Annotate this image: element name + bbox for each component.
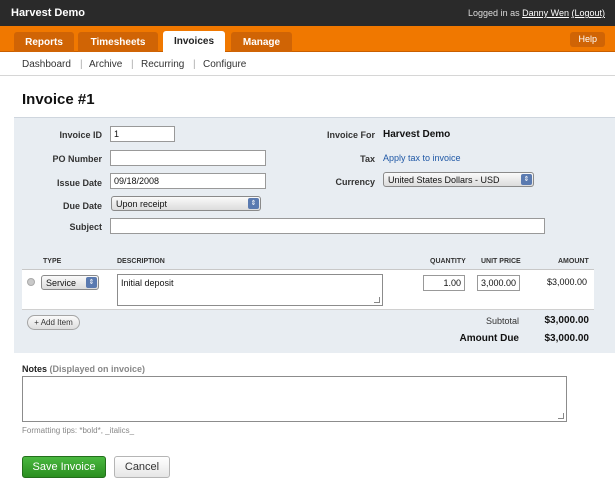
tab-timesheets[interactable]: Timesheets — [78, 32, 158, 52]
po-number-label: PO Number — [52, 154, 102, 164]
table-row: Service ⇕ Initial deposit 1.00 3,000.00 … — [22, 270, 594, 310]
help-button[interactable]: Help — [570, 32, 605, 47]
login-prefix: Logged in as — [468, 8, 520, 18]
subnav-divider: | — [131, 59, 134, 70]
due-date-label: Due Date — [62, 201, 102, 211]
subnav-dashboard[interactable]: Dashboard — [22, 59, 71, 70]
subtotal-label: Subtotal — [485, 316, 519, 326]
issue-date-input[interactable]: 09/18/2008 — [110, 173, 266, 189]
page-title: Invoice #1 — [22, 91, 95, 108]
tax-label: Tax — [360, 154, 375, 164]
login-status: Logged in as Danny Wen (Logout) — [468, 8, 605, 18]
amount-due-value: $3,000.00 — [544, 333, 590, 344]
invoice-for-label: Invoice For — [326, 130, 375, 140]
line-items-header: TYPE DESCRIPTION QUANTITY UNIT PRICE AMO… — [22, 257, 594, 270]
subnav-archive[interactable]: Archive — [89, 59, 122, 70]
column-header-quantity: QUANTITY — [430, 258, 466, 265]
user-name-link[interactable]: Danny Wen — [522, 8, 569, 18]
subject-input[interactable] — [110, 218, 545, 234]
row-handle-icon[interactable] — [27, 278, 35, 286]
item-type-value: Service — [46, 278, 77, 288]
tab-manage[interactable]: Manage — [231, 32, 292, 52]
notes-label: Notes (Displayed on invoice) — [22, 364, 145, 374]
subtotal-value: $3,000.00 — [544, 315, 590, 326]
subject-label: Subject — [69, 222, 102, 232]
item-unit-price-input[interactable]: 3,000.00 — [477, 275, 520, 291]
currency-value: United States Dollars - USD — [388, 175, 500, 185]
save-invoice-button[interactable]: Save Invoice — [22, 456, 106, 478]
subnav-divider: | — [193, 59, 196, 70]
due-date-value: Upon receipt — [116, 199, 168, 209]
issue-date-label: Issue Date — [56, 178, 102, 188]
item-description-value: Initial deposit — [121, 278, 174, 288]
tab-reports[interactable]: Reports — [14, 32, 74, 52]
top-bar: Harvest Demo Logged in as Danny Wen (Log… — [0, 0, 615, 26]
resize-handle-icon[interactable] — [374, 297, 380, 303]
invoice-id-label: Invoice ID — [59, 130, 102, 140]
select-arrow-icon: ⇕ — [248, 198, 259, 209]
item-amount: $3,000.00 — [547, 277, 588, 287]
subnav-divider: | — [80, 59, 83, 70]
cancel-button[interactable]: Cancel — [114, 456, 170, 478]
app-title: Harvest Demo — [11, 7, 85, 19]
subnav-recurring[interactable]: Recurring — [141, 59, 184, 70]
subnav-configure[interactable]: Configure — [203, 59, 246, 70]
amount-due-label: Amount Due — [459, 333, 519, 344]
tab-invoices[interactable]: Invoices — [163, 31, 225, 53]
apply-tax-link[interactable]: Apply tax to invoice — [383, 153, 461, 163]
notes-textarea[interactable] — [22, 376, 567, 422]
formatting-tips: Formatting tips: *bold*, _italics_ — [22, 426, 135, 435]
currency-select[interactable]: United States Dollars - USD ⇕ — [383, 172, 534, 187]
invoice-for-value: Harvest Demo — [383, 129, 451, 140]
due-date-select[interactable]: Upon receipt ⇕ — [111, 196, 261, 211]
column-header-unit-price: UNIT PRICE — [481, 258, 521, 265]
invoice-form-panel — [14, 117, 615, 353]
invoice-id-input[interactable]: 1 — [110, 126, 175, 142]
resize-handle-icon[interactable] — [558, 413, 564, 419]
column-header-description: DESCRIPTION — [117, 258, 165, 265]
item-description-textarea[interactable]: Initial deposit — [117, 274, 383, 306]
notes-subtitle: (Displayed on invoice) — [49, 364, 146, 374]
select-arrow-icon: ⇕ — [86, 277, 97, 288]
column-header-type: TYPE — [43, 258, 62, 265]
select-arrow-icon: ⇕ — [521, 174, 532, 185]
main-tab-bar: Reports Timesheets Invoices Manage Help — [0, 26, 615, 53]
logout-link[interactable]: (Logout) — [571, 8, 605, 18]
currency-label: Currency — [335, 177, 375, 187]
item-quantity-input[interactable]: 1.00 — [423, 275, 465, 291]
po-number-input[interactable] — [110, 150, 266, 166]
add-item-button[interactable]: + Add Item — [27, 315, 80, 330]
sub-navigation: Dashboard | Archive | Recurring | Config… — [0, 53, 615, 76]
notes-title: Notes — [22, 364, 48, 374]
column-header-amount: AMOUNT — [558, 258, 589, 265]
item-type-select[interactable]: Service ⇕ — [41, 275, 99, 290]
